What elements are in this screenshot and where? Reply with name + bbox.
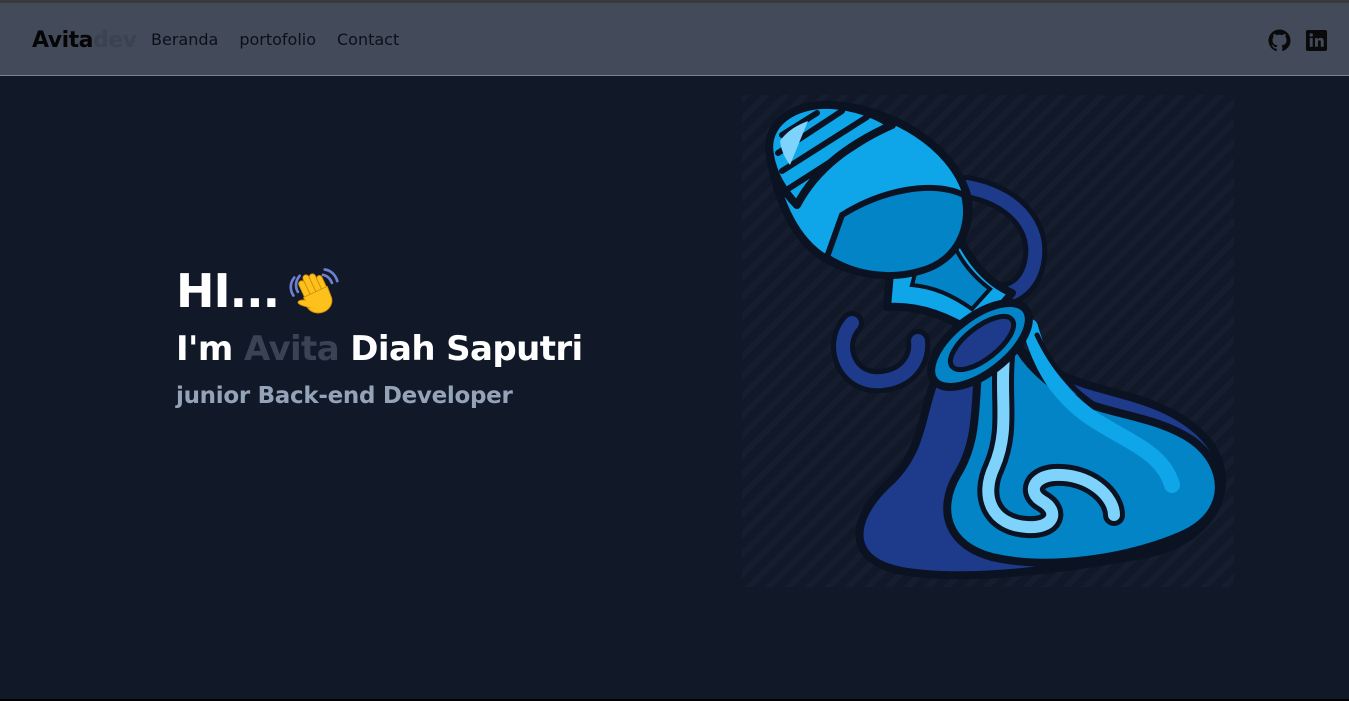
greeting: HI... xyxy=(176,261,583,321)
nav-link-beranda[interactable]: Beranda xyxy=(151,29,218,51)
hero-text: HI... I'm Avita Diah Saputri junior Back… xyxy=(176,261,583,411)
greeting-text: HI... xyxy=(176,264,280,318)
social-links xyxy=(1268,29,1328,52)
intro-heading: I'm Avita Diah Saputri xyxy=(176,327,583,371)
intro-highlight: Avita xyxy=(243,329,340,369)
nav-link-contact[interactable]: Contact xyxy=(337,29,399,51)
page: Avitadev Beranda portofolio Contact HI..… xyxy=(0,0,1349,701)
waving-hand-icon xyxy=(289,268,339,314)
brand-logo[interactable]: Avitadev xyxy=(32,27,137,55)
linkedin-icon[interactable] xyxy=(1305,29,1328,52)
nav-links: Beranda portofolio Contact xyxy=(151,29,399,51)
github-icon[interactable] xyxy=(1268,29,1291,52)
aquarius-water-jar-illustration xyxy=(742,95,1234,587)
brand-suffix: dev xyxy=(93,28,137,53)
navbar: Avitadev Beranda portofolio Contact xyxy=(0,3,1349,76)
intro-prefix: I'm xyxy=(176,329,244,369)
brand-main: Avita xyxy=(32,28,94,53)
role-subtitle: junior Back-end Developer xyxy=(176,383,513,409)
intro-suffix: Diah Saputri xyxy=(339,329,583,369)
nav-link-portofolio[interactable]: portofolio xyxy=(239,29,316,51)
